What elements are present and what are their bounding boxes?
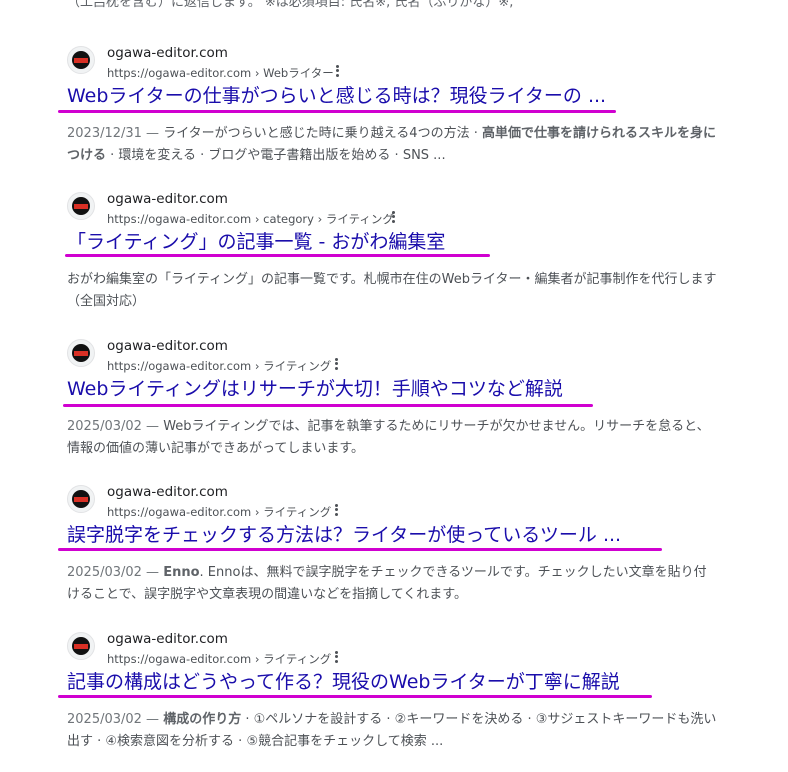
result-snippet: 2025/03/02 — 構成の作り方 · ①ペルソナを設計する · ②キーワー… (67, 709, 717, 753)
site-name[interactable]: ogawa-editor.com (107, 191, 228, 207)
site-name[interactable]: ogawa-editor.com (107, 338, 228, 354)
search-result: ogawa-editor.com https://ogawa-editor.co… (0, 338, 788, 479)
snippet-text: ライターがつらいと感じた時に乗り越える4つの方法 · (163, 126, 482, 141)
snippet-bold: Enno (163, 565, 200, 580)
site-url[interactable]: https://ogawa-editor.com › ライティング (107, 504, 331, 520)
more-options-icon[interactable] (331, 356, 341, 372)
snippet-text: Webライティングでは、記事を執筆するためにリサーチが欠かせません。リサーチを怠… (67, 419, 710, 456)
annotation-underline (63, 404, 593, 407)
snippet-bold: 構成の作り方 (163, 712, 242, 727)
result-date: 2025/03/02 — (67, 419, 160, 434)
snippet-text-rest: · 環境を変える · ブログや電子書籍出版を始める · SNS ... (106, 148, 446, 163)
result-title-link[interactable]: 記事の構成はどうやって作る？現役のWebライターが丁寧に解説 (67, 669, 620, 695)
result-snippet: 2025/03/02 — Enno. Ennoは、無料で誤字脱字をチェックできる… (67, 562, 717, 606)
search-result: ogawa-editor.com https://ogawa-editor.co… (0, 45, 788, 186)
site-favicon-icon[interactable] (67, 339, 95, 367)
site-url[interactable]: https://ogawa-editor.com › category › ライ… (107, 211, 394, 227)
site-favicon-icon[interactable] (67, 192, 95, 220)
search-result: ogawa-editor.com https://ogawa-editor.co… (0, 484, 788, 625)
snippet-text: おがわ編集室の「ライティング」の記事一覧です。札幌市在住のWebライター・編集者… (67, 272, 717, 309)
site-url[interactable]: https://ogawa-editor.com › Webライター (107, 65, 334, 81)
result-date: 2023/12/31 — (67, 126, 160, 141)
site-favicon-icon[interactable] (67, 632, 95, 660)
site-favicon-icon[interactable] (67, 46, 95, 74)
more-options-icon[interactable] (331, 502, 341, 518)
result-title-link[interactable]: Webライティングはリサーチが大切！手順やコツなど解説 (67, 376, 563, 402)
result-date: 2025/03/02 — (67, 712, 160, 727)
annotation-underline (65, 254, 490, 257)
site-url[interactable]: https://ogawa-editor.com › ライティング (107, 358, 331, 374)
top-snippet-fragment: （工吕枕を含む）に返信します。 ※は必須項目: 氏名※, 氏名（ふりがな）※, (67, 0, 514, 10)
result-date: 2025/03/02 — (67, 565, 160, 580)
search-result: ogawa-editor.com https://ogawa-editor.co… (0, 191, 788, 332)
result-title-link[interactable]: Webライターの仕事がつらいと感じる時は？現役ライターの ... (67, 83, 606, 109)
result-title-link[interactable]: 「ライティング」の記事一覧 - おがわ編集室 (67, 229, 445, 255)
site-url[interactable]: https://ogawa-editor.com › ライティング (107, 651, 331, 667)
site-favicon-icon[interactable] (67, 485, 95, 513)
site-name[interactable]: ogawa-editor.com (107, 631, 228, 647)
annotation-underline (58, 695, 652, 698)
search-result: ogawa-editor.com https://ogawa-editor.co… (0, 631, 788, 772)
more-options-icon[interactable] (388, 209, 398, 225)
annotation-underline (58, 110, 616, 113)
more-options-icon[interactable] (331, 649, 341, 665)
result-title-link[interactable]: 誤字脱字をチェックする方法は？ライターが使っているツール ... (67, 522, 621, 548)
result-snippet: おがわ編集室の「ライティング」の記事一覧です。札幌市在住のWebライター・編集者… (67, 269, 717, 313)
result-snippet: 2025/03/02 — Webライティングでは、記事を執筆するためにリサーチが… (67, 416, 717, 460)
site-name[interactable]: ogawa-editor.com (107, 45, 228, 61)
more-options-icon[interactable] (332, 63, 342, 79)
site-name[interactable]: ogawa-editor.com (107, 484, 228, 500)
result-snippet: 2023/12/31 — ライターがつらいと感じた時に乗り越える4つの方法 · … (67, 123, 717, 167)
annotation-underline (58, 548, 662, 551)
